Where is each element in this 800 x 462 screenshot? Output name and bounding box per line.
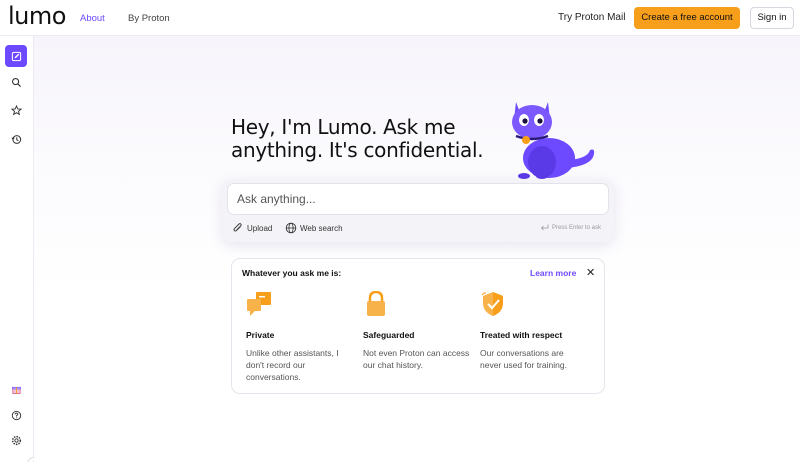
settings-icon [11, 435, 21, 445]
help-icon [11, 410, 21, 420]
search-icon [11, 77, 21, 87]
feature-private-desc-line: Unlike other assistants, I [246, 348, 339, 358]
feature-safeguarded-desc-line: our chat history. [363, 360, 423, 370]
sidebar-help-button[interactable] [5, 404, 27, 426]
feature-safeguarded-desc-line: Not even Proton can access [363, 348, 470, 358]
hero-title: Hey, I'm Lumo. Ask me anything. It's con… [231, 116, 531, 162]
web-search-label: Web search [300, 223, 343, 233]
feature-respect-title: Treated with respect [480, 330, 563, 340]
hero-title-line-2: anything. It's confidential. [231, 138, 484, 162]
feature-private-desc-line: conversations. [246, 372, 301, 382]
feature-safeguarded-title: Safeguarded [363, 330, 415, 340]
ask-input[interactable] [227, 183, 609, 215]
feature-respect-desc-line: Our conversations are [480, 348, 564, 358]
create-account-button[interactable]: Create a free account [634, 7, 740, 29]
upload-button[interactable]: Upload [232, 222, 272, 234]
gift-icon [11, 386, 21, 394]
sidebar-history-button[interactable] [5, 128, 27, 150]
chat-bubbles-icon [247, 292, 271, 316]
feature-respect-desc-line: never used for training. [480, 360, 567, 370]
web-search-button[interactable]: Web search [285, 222, 343, 234]
card-title: Whatever you ask me is: [242, 268, 342, 278]
sidebar-gift-button[interactable] [5, 378, 27, 400]
top-header: lumo About By Proton Try Proton Mail Cre… [0, 0, 800, 36]
feature-private-desc-line: don't record our [246, 360, 306, 370]
lock-icon [367, 290, 385, 316]
shield-check-icon [481, 292, 503, 316]
main-area [34, 36, 800, 462]
lumo-cat-mascot [512, 102, 595, 179]
feature-private-desc: Unlike other assistants, I don't record … [246, 347, 354, 383]
feature-safeguarded: Safeguarded Not even Proton can access o… [363, 290, 471, 371]
hero-title-line-1: Hey, I'm Lumo. Ask me [231, 115, 456, 139]
close-icon[interactable]: ✕ [586, 266, 595, 279]
history-icon [11, 134, 21, 144]
try-proton-mail-link[interactable]: Try Proton Mail [558, 12, 625, 23]
sidebar-search-button[interactable] [5, 71, 27, 93]
feature-private: Private Unlike other assistants, I don't… [246, 291, 354, 383]
globe-icon [285, 222, 297, 234]
feature-respect: Treated with respect Our conversations a… [480, 291, 588, 371]
sign-in-button[interactable]: Sign in [750, 7, 794, 29]
new-chat-icon [11, 51, 21, 61]
enter-key-icon [540, 224, 549, 231]
sidebar-settings-button[interactable] [5, 429, 27, 451]
sidebar-favorites-button[interactable] [5, 99, 27, 121]
upload-label: Upload [247, 223, 273, 233]
info-card: Whatever you ask me is: Learn more ✕ Pri… [231, 258, 605, 394]
learn-more-link[interactable]: Learn more [530, 268, 576, 278]
sidebar [0, 36, 41, 462]
feature-safeguarded-desc: Not even Proton can access our chat hist… [363, 347, 471, 371]
feature-private-title: Private [246, 330, 275, 340]
nav-about[interactable]: About [80, 13, 105, 24]
new-chat-button[interactable] [5, 45, 27, 67]
press-enter-hint: Press Enter to ask [540, 224, 601, 231]
feature-respect-desc: Our conversations are never used for tra… [480, 347, 588, 371]
press-enter-label: Press Enter to ask [552, 224, 602, 231]
nav-by-proton[interactable]: By Proton [128, 13, 170, 24]
star-icon [10, 104, 22, 115]
paperclip-icon [233, 223, 242, 232]
ask-box: Upload Web search [222, 179, 614, 242]
lumo-logo[interactable]: lumo [8, 2, 66, 30]
